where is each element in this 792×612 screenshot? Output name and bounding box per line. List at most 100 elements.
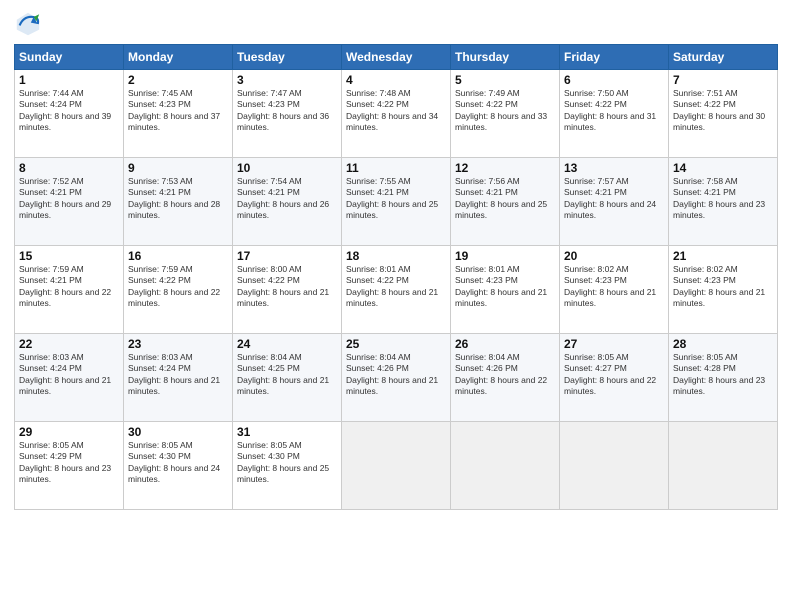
day-number: 6 (564, 73, 664, 87)
day-number: 21 (673, 249, 773, 263)
dow-header: Thursday (451, 45, 560, 70)
header (14, 10, 778, 38)
calendar-cell: 27 Sunrise: 8:05 AMSunset: 4:27 PMDaylig… (560, 334, 669, 422)
day-number: 26 (455, 337, 555, 351)
calendar-cell: 16 Sunrise: 7:59 AMSunset: 4:22 PMDaylig… (124, 246, 233, 334)
day-number: 11 (346, 161, 446, 175)
cell-text: Sunrise: 7:57 AMSunset: 4:21 PMDaylight:… (564, 176, 656, 220)
page: SundayMondayTuesdayWednesdayThursdayFrid… (0, 0, 792, 612)
cell-text: Sunrise: 7:44 AMSunset: 4:24 PMDaylight:… (19, 88, 111, 132)
calendar-cell: 13 Sunrise: 7:57 AMSunset: 4:21 PMDaylig… (560, 158, 669, 246)
cell-text: Sunrise: 8:04 AMSunset: 4:26 PMDaylight:… (346, 352, 438, 396)
cell-text: Sunrise: 8:05 AMSunset: 4:28 PMDaylight:… (673, 352, 765, 396)
calendar-cell: 26 Sunrise: 8:04 AMSunset: 4:26 PMDaylig… (451, 334, 560, 422)
cell-text: Sunrise: 7:55 AMSunset: 4:21 PMDaylight:… (346, 176, 438, 220)
calendar-cell (451, 422, 560, 510)
calendar-cell: 20 Sunrise: 8:02 AMSunset: 4:23 PMDaylig… (560, 246, 669, 334)
dow-header: Wednesday (342, 45, 451, 70)
cell-text: Sunrise: 8:02 AMSunset: 4:23 PMDaylight:… (673, 264, 765, 308)
cell-text: Sunrise: 8:03 AMSunset: 4:24 PMDaylight:… (19, 352, 111, 396)
dow-header: Saturday (669, 45, 778, 70)
calendar-cell: 29 Sunrise: 8:05 AMSunset: 4:29 PMDaylig… (15, 422, 124, 510)
calendar-cell: 9 Sunrise: 7:53 AMSunset: 4:21 PMDayligh… (124, 158, 233, 246)
day-number: 3 (237, 73, 337, 87)
day-number: 23 (128, 337, 228, 351)
calendar-cell: 11 Sunrise: 7:55 AMSunset: 4:21 PMDaylig… (342, 158, 451, 246)
day-number: 2 (128, 73, 228, 87)
day-number: 24 (237, 337, 337, 351)
calendar-cell: 3 Sunrise: 7:47 AMSunset: 4:23 PMDayligh… (233, 70, 342, 158)
calendar-cell: 22 Sunrise: 8:03 AMSunset: 4:24 PMDaylig… (15, 334, 124, 422)
calendar-cell: 5 Sunrise: 7:49 AMSunset: 4:22 PMDayligh… (451, 70, 560, 158)
calendar-cell: 4 Sunrise: 7:48 AMSunset: 4:22 PMDayligh… (342, 70, 451, 158)
calendar-cell (669, 422, 778, 510)
day-number: 12 (455, 161, 555, 175)
cell-text: Sunrise: 7:51 AMSunset: 4:22 PMDaylight:… (673, 88, 765, 132)
calendar-cell: 25 Sunrise: 8:04 AMSunset: 4:26 PMDaylig… (342, 334, 451, 422)
calendar-cell: 30 Sunrise: 8:05 AMSunset: 4:30 PMDaylig… (124, 422, 233, 510)
cell-text: Sunrise: 7:56 AMSunset: 4:21 PMDaylight:… (455, 176, 547, 220)
cell-text: Sunrise: 8:05 AMSunset: 4:29 PMDaylight:… (19, 440, 111, 484)
cell-text: Sunrise: 7:49 AMSunset: 4:22 PMDaylight:… (455, 88, 547, 132)
cell-text: Sunrise: 8:00 AMSunset: 4:22 PMDaylight:… (237, 264, 329, 308)
day-number: 20 (564, 249, 664, 263)
calendar-cell: 21 Sunrise: 8:02 AMSunset: 4:23 PMDaylig… (669, 246, 778, 334)
day-number: 4 (346, 73, 446, 87)
dow-header: Sunday (15, 45, 124, 70)
cell-text: Sunrise: 8:01 AMSunset: 4:23 PMDaylight:… (455, 264, 547, 308)
dow-header: Friday (560, 45, 669, 70)
calendar-cell: 6 Sunrise: 7:50 AMSunset: 4:22 PMDayligh… (560, 70, 669, 158)
dow-header: Monday (124, 45, 233, 70)
cell-text: Sunrise: 7:47 AMSunset: 4:23 PMDaylight:… (237, 88, 329, 132)
day-number: 1 (19, 73, 119, 87)
day-number: 31 (237, 425, 337, 439)
calendar-cell: 12 Sunrise: 7:56 AMSunset: 4:21 PMDaylig… (451, 158, 560, 246)
calendar-cell: 7 Sunrise: 7:51 AMSunset: 4:22 PMDayligh… (669, 70, 778, 158)
logo-icon (14, 10, 42, 38)
day-number: 15 (19, 249, 119, 263)
cell-text: Sunrise: 7:58 AMSunset: 4:21 PMDaylight:… (673, 176, 765, 220)
day-number: 8 (19, 161, 119, 175)
calendar-cell: 23 Sunrise: 8:03 AMSunset: 4:24 PMDaylig… (124, 334, 233, 422)
day-number: 13 (564, 161, 664, 175)
calendar-cell: 18 Sunrise: 8:01 AMSunset: 4:22 PMDaylig… (342, 246, 451, 334)
calendar-cell: 14 Sunrise: 7:58 AMSunset: 4:21 PMDaylig… (669, 158, 778, 246)
cell-text: Sunrise: 7:45 AMSunset: 4:23 PMDaylight:… (128, 88, 220, 132)
calendar-cell: 19 Sunrise: 8:01 AMSunset: 4:23 PMDaylig… (451, 246, 560, 334)
calendar-cell: 10 Sunrise: 7:54 AMSunset: 4:21 PMDaylig… (233, 158, 342, 246)
logo (14, 10, 46, 38)
day-number: 5 (455, 73, 555, 87)
cell-text: Sunrise: 8:01 AMSunset: 4:22 PMDaylight:… (346, 264, 438, 308)
cell-text: Sunrise: 8:05 AMSunset: 4:30 PMDaylight:… (237, 440, 329, 484)
cell-text: Sunrise: 7:48 AMSunset: 4:22 PMDaylight:… (346, 88, 438, 132)
calendar-cell (342, 422, 451, 510)
calendar-cell: 15 Sunrise: 7:59 AMSunset: 4:21 PMDaylig… (15, 246, 124, 334)
cell-text: Sunrise: 7:50 AMSunset: 4:22 PMDaylight:… (564, 88, 656, 132)
calendar-cell: 1 Sunrise: 7:44 AMSunset: 4:24 PMDayligh… (15, 70, 124, 158)
cell-text: Sunrise: 7:59 AMSunset: 4:21 PMDaylight:… (19, 264, 111, 308)
day-number: 16 (128, 249, 228, 263)
dow-header: Tuesday (233, 45, 342, 70)
calendar-cell: 2 Sunrise: 7:45 AMSunset: 4:23 PMDayligh… (124, 70, 233, 158)
cell-text: Sunrise: 8:05 AMSunset: 4:27 PMDaylight:… (564, 352, 656, 396)
cell-text: Sunrise: 8:03 AMSunset: 4:24 PMDaylight:… (128, 352, 220, 396)
day-number: 17 (237, 249, 337, 263)
cell-text: Sunrise: 8:05 AMSunset: 4:30 PMDaylight:… (128, 440, 220, 484)
day-number: 10 (237, 161, 337, 175)
day-number: 22 (19, 337, 119, 351)
day-number: 29 (19, 425, 119, 439)
day-number: 28 (673, 337, 773, 351)
calendar-cell: 28 Sunrise: 8:05 AMSunset: 4:28 PMDaylig… (669, 334, 778, 422)
day-number: 14 (673, 161, 773, 175)
calendar-cell: 31 Sunrise: 8:05 AMSunset: 4:30 PMDaylig… (233, 422, 342, 510)
day-number: 30 (128, 425, 228, 439)
day-number: 27 (564, 337, 664, 351)
day-number: 7 (673, 73, 773, 87)
cell-text: Sunrise: 8:02 AMSunset: 4:23 PMDaylight:… (564, 264, 656, 308)
cell-text: Sunrise: 8:04 AMSunset: 4:26 PMDaylight:… (455, 352, 547, 396)
cell-text: Sunrise: 7:59 AMSunset: 4:22 PMDaylight:… (128, 264, 220, 308)
day-number: 9 (128, 161, 228, 175)
calendar-cell: 24 Sunrise: 8:04 AMSunset: 4:25 PMDaylig… (233, 334, 342, 422)
calendar-cell: 8 Sunrise: 7:52 AMSunset: 4:21 PMDayligh… (15, 158, 124, 246)
day-number: 18 (346, 249, 446, 263)
